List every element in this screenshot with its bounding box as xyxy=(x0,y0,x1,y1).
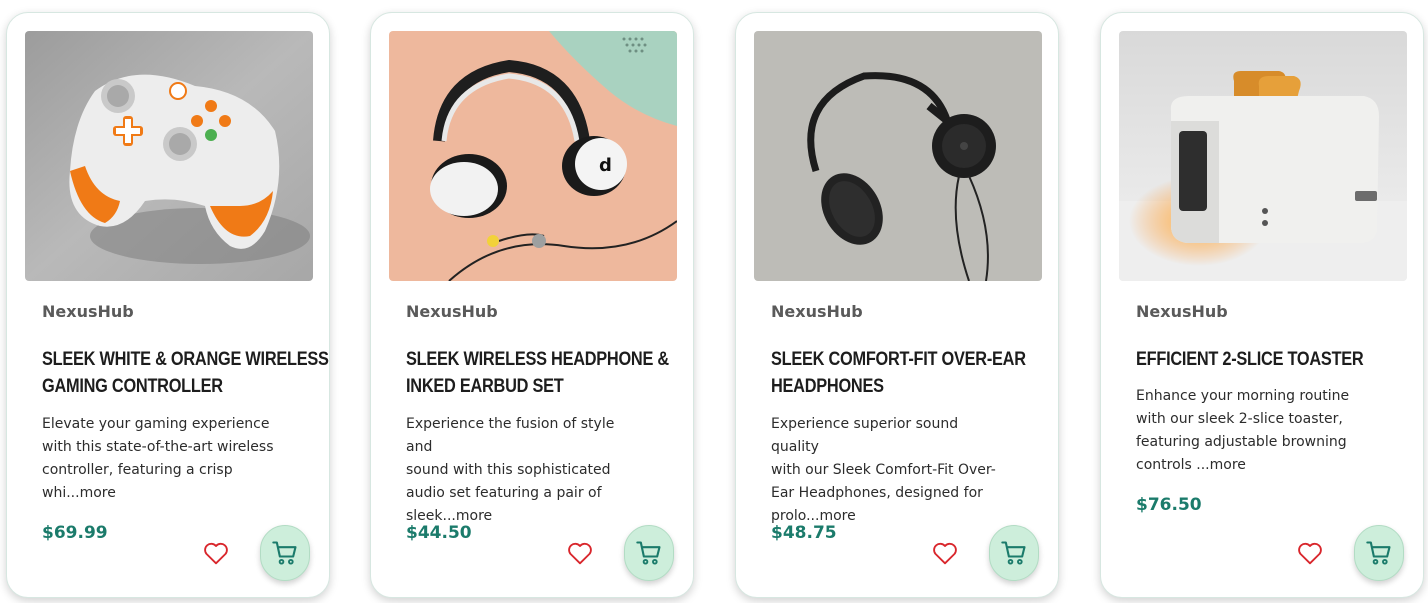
product-title[interactable]: SLEEK WIRELESS HEADPHONE & INKED EARBUD … xyxy=(406,346,669,400)
product-image[interactable] xyxy=(1119,31,1407,281)
favorite-button[interactable] xyxy=(203,541,229,565)
product-grid: NexusHub SLEEK WHITE & ORANGE WIRELESS G… xyxy=(0,0,1428,603)
add-to-cart-button[interactable] xyxy=(1354,525,1404,581)
product-image[interactable] xyxy=(754,31,1042,281)
more-link[interactable]: more xyxy=(80,485,116,501)
heart-icon xyxy=(568,542,592,565)
description-line: whi...more xyxy=(42,482,277,505)
game-controller-image xyxy=(25,31,313,281)
product-price: $44.50 xyxy=(406,523,472,543)
product-description: Experience the fusion of style and sound… xyxy=(406,413,641,528)
product-title[interactable]: EFFICIENT 2-SLICE TOASTER xyxy=(1136,346,1364,373)
product-title-line: SLEEK WIRELESS HEADPHONE & xyxy=(406,349,669,370)
product-title-line: GAMING CONTROLLER xyxy=(42,376,223,397)
brand-label: NexusHub xyxy=(42,302,134,321)
description-line: controller, featuring a crisp xyxy=(42,462,233,478)
product-card[interactable]: NexusHub SLEEK WHITE & ORANGE WIRELESS G… xyxy=(6,12,330,598)
brand-label: NexusHub xyxy=(1136,302,1228,321)
product-price: $76.50 xyxy=(1136,495,1202,515)
brand-label: NexusHub xyxy=(406,302,498,321)
description-line: sound with this sophisticated xyxy=(406,462,611,478)
product-card[interactable]: NexusHub SLEEK COMFORT-FIT OVER-EAR HEAD… xyxy=(735,12,1059,598)
product-image[interactable] xyxy=(25,31,313,281)
product-title-line: INKED EARBUD SET xyxy=(406,376,564,397)
product-price: $48.75 xyxy=(771,523,837,543)
favorite-button[interactable] xyxy=(567,541,593,565)
product-description: Experience superior sound quality with o… xyxy=(771,413,1006,528)
product-title-line: SLEEK COMFORT-FIT OVER-EAR xyxy=(771,349,1026,370)
product-description: Elevate your gaming experience with this… xyxy=(42,413,277,505)
product-title-line: EFFICIENT 2-SLICE TOASTER xyxy=(1136,349,1364,370)
add-to-cart-button[interactable] xyxy=(624,525,674,581)
product-title-line: SLEEK WHITE & ORANGE WIRELESS xyxy=(42,349,329,370)
product-image[interactable]: d xyxy=(389,31,677,281)
description-line: Enhance your morning routine xyxy=(1136,388,1350,404)
more-link[interactable]: more xyxy=(1210,457,1246,473)
headphones-earbuds-image: d xyxy=(389,31,677,281)
cart-icon xyxy=(272,541,297,565)
toaster-image xyxy=(1119,31,1407,281)
description-line: Experience the fusion of style and xyxy=(406,416,615,455)
cart-icon xyxy=(1001,541,1026,565)
description-line-text: whi... xyxy=(42,485,80,501)
product-title-line: HEADPHONES xyxy=(771,376,884,397)
description-line: with our sleek 2-slice toaster, xyxy=(1136,411,1343,427)
more-link[interactable]: more xyxy=(819,508,855,524)
heart-icon xyxy=(933,542,957,565)
description-line: audio set featuring a pair of xyxy=(406,485,602,501)
heart-icon xyxy=(204,542,228,565)
description-line-text: prolo... xyxy=(771,508,820,524)
add-to-cart-button[interactable] xyxy=(989,525,1039,581)
product-title[interactable]: SLEEK WHITE & ORANGE WIRELESS GAMING CON… xyxy=(42,346,329,400)
description-line: Ear Headphones, designed for xyxy=(771,485,983,501)
product-description: Enhance your morning routine with our sl… xyxy=(1136,385,1371,477)
description-line-text: controls ... xyxy=(1136,457,1210,473)
add-to-cart-button[interactable] xyxy=(260,525,310,581)
description-line: Elevate your gaming experience xyxy=(42,416,270,432)
description-line: Experience superior sound quality xyxy=(771,416,959,455)
description-line: controls ...more xyxy=(1136,454,1371,477)
heart-icon xyxy=(1298,542,1322,565)
favorite-button[interactable] xyxy=(1297,541,1323,565)
brand-label: NexusHub xyxy=(771,302,863,321)
product-card[interactable]: d NexusHub SLEEK WIRELESS HEADPHONE & IN… xyxy=(370,12,694,598)
svg-text:d: d xyxy=(599,155,612,176)
cart-icon xyxy=(636,541,661,565)
over-ear-headphones-image xyxy=(754,31,1042,281)
product-price: $69.99 xyxy=(42,523,108,543)
description-line: with our Sleek Comfort-Fit Over- xyxy=(771,462,996,478)
description-line-text: sleek... xyxy=(406,508,456,524)
product-card[interactable]: NexusHub EFFICIENT 2-SLICE TOASTER Enhan… xyxy=(1100,12,1424,598)
cart-icon xyxy=(1366,541,1391,565)
more-link[interactable]: more xyxy=(456,508,492,524)
description-line: with this state-of-the-art wireless xyxy=(42,439,274,455)
product-title[interactable]: SLEEK COMFORT-FIT OVER-EAR HEADPHONES xyxy=(771,346,1026,400)
favorite-button[interactable] xyxy=(932,541,958,565)
description-line: featuring adjustable browning xyxy=(1136,434,1347,450)
